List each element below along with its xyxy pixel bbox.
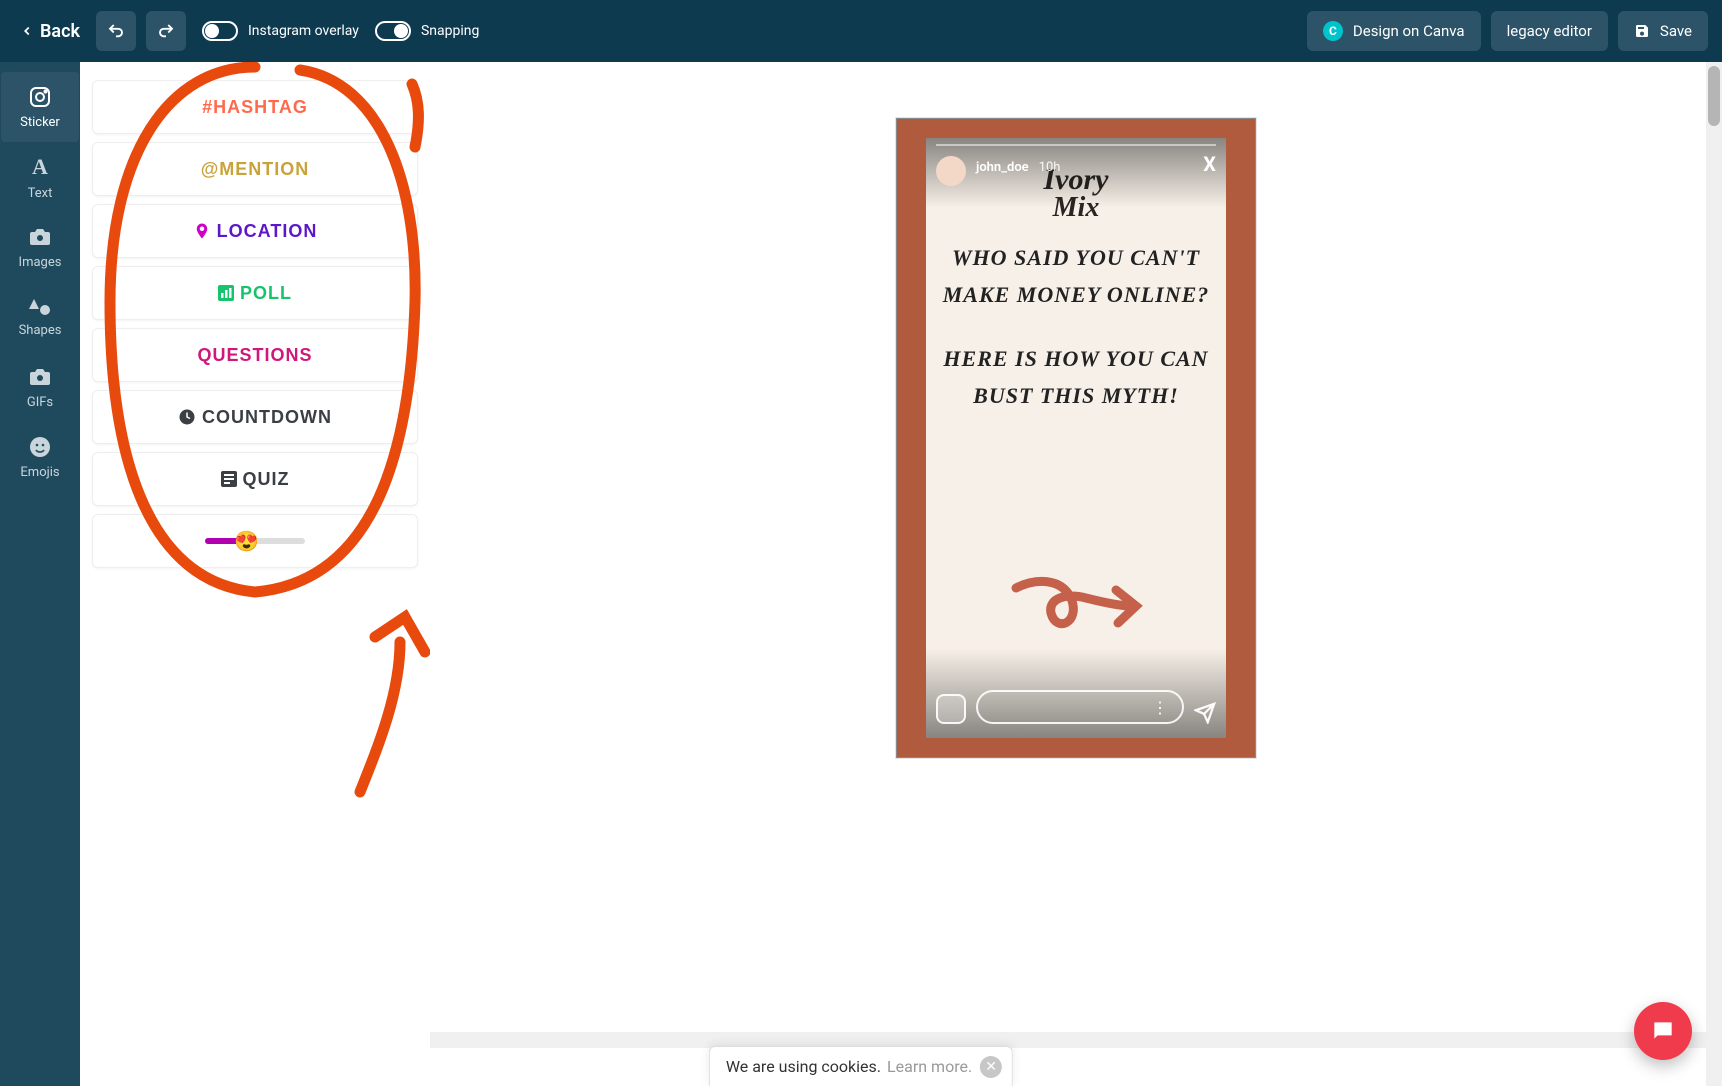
canva-logo-icon: C — [1323, 21, 1343, 41]
emoji-icon — [28, 435, 52, 459]
sticker-poll[interactable]: POLL — [92, 266, 418, 320]
back-button[interactable]: Back — [14, 15, 86, 48]
message-input-mock: ⋮ — [976, 690, 1184, 724]
text-icon: A — [32, 154, 48, 180]
story-text-2: Here is how you can bust this myth! — [926, 314, 1226, 415]
avatar — [936, 156, 966, 186]
snapping-toggle[interactable] — [375, 21, 411, 41]
cookie-banner: We are using cookies. Learn more. ✕ — [709, 1046, 1013, 1086]
instagram-icon — [28, 85, 52, 109]
cookie-learn-more-link[interactable]: Learn more. — [887, 1057, 972, 1076]
chart-icon — [218, 285, 234, 301]
design-on-canva-button[interactable]: C Design on Canva — [1307, 11, 1481, 51]
sticker-label: LOCATION — [217, 221, 318, 242]
redo-icon — [157, 22, 175, 40]
shapes-icon — [28, 297, 52, 317]
rail-label: Emojis — [20, 465, 59, 480]
cookie-text: We are using cookies. — [726, 1057, 881, 1076]
more-icon: ⋮ — [1152, 698, 1170, 717]
story-text-1: Who said you can't make money online? — [926, 221, 1226, 314]
camera-box-icon — [936, 694, 966, 724]
cookie-close-button[interactable]: ✕ — [980, 1056, 1002, 1078]
vertical-scrollbar[interactable] — [1706, 62, 1722, 1086]
rail-text[interactable]: A Text — [1, 142, 79, 212]
heart-eyes-emoji-icon: 😍 — [234, 529, 260, 553]
story-time: 10h — [1039, 160, 1061, 175]
chat-fab[interactable] — [1634, 1002, 1692, 1060]
list-icon — [221, 471, 237, 487]
tool-rail: Sticker A Text Images Shapes GIFs Emojis — [0, 62, 80, 1086]
sticker-label: @MENTION — [201, 159, 310, 180]
save-icon — [1634, 23, 1650, 39]
sticker-label: POLL — [240, 283, 292, 304]
back-label: Back — [40, 21, 80, 42]
horizontal-scrollbar[interactable] — [430, 1032, 1706, 1048]
canvas-area[interactable]: Ivory Mix Who said you can't make money … — [430, 62, 1722, 1086]
story-content: Ivory Mix Who said you can't make money … — [926, 138, 1226, 738]
rail-emojis[interactable]: Emojis — [1, 422, 79, 492]
rail-label: Sticker — [20, 115, 60, 130]
sticker-label: COUNTDOWN — [202, 407, 332, 428]
scroll-thumb[interactable] — [1708, 66, 1720, 126]
rail-gifs[interactable]: GIFs — [1, 352, 79, 422]
instagram-overlay-label: Instagram overlay — [248, 23, 359, 39]
instagram-overlay-toggle[interactable] — [202, 21, 238, 41]
camera-icon — [28, 365, 52, 389]
legacy-editor-button[interactable]: legacy editor — [1491, 11, 1608, 51]
sticker-hashtag[interactable]: #HASHTAG — [92, 80, 418, 134]
story-overlay-top: john_doe 10h X — [926, 138, 1226, 208]
sticker-label: #HASHTAG — [202, 97, 308, 118]
story-username: john_doe — [976, 160, 1029, 175]
legacy-editor-label: legacy editor — [1507, 22, 1592, 40]
sticker-panel: #HASHTAG @MENTION LOCATION POLL QUESTION… — [80, 62, 430, 1086]
design-on-canva-label: Design on Canva — [1353, 22, 1465, 40]
sticker-countdown[interactable]: COUNTDOWN — [92, 390, 418, 444]
story-progress-bar — [936, 144, 1216, 146]
undo-button[interactable] — [96, 11, 136, 51]
sticker-questions[interactable]: QUESTIONS — [92, 328, 418, 382]
save-button[interactable]: Save — [1618, 11, 1708, 51]
sticker-quiz[interactable]: QUIZ — [92, 452, 418, 506]
rail-label: Images — [19, 255, 62, 270]
close-icon: X — [1203, 152, 1216, 176]
chevron-left-icon — [20, 24, 34, 38]
snapping-label: Snapping — [421, 23, 479, 39]
rail-sticker[interactable]: Sticker — [1, 72, 79, 142]
story-overlay-bottom: ⋮ — [926, 648, 1226, 738]
sticker-mention[interactable]: @MENTION — [92, 142, 418, 196]
hand-arrow-icon — [1006, 568, 1146, 648]
rail-shapes[interactable]: Shapes — [1, 282, 79, 352]
sticker-label: QUIZ — [243, 469, 290, 490]
pin-icon — [193, 221, 211, 241]
camera-icon — [28, 225, 52, 249]
sticker-label: QUESTIONS — [197, 345, 312, 366]
redo-button[interactable] — [146, 11, 186, 51]
save-label: Save — [1660, 22, 1692, 40]
rail-label: Shapes — [19, 323, 62, 338]
sticker-emoji-slider[interactable]: 😍 — [92, 514, 418, 568]
rail-images[interactable]: Images — [1, 212, 79, 282]
story-frame[interactable]: Ivory Mix Who said you can't make money … — [896, 118, 1256, 758]
rail-label: GIFs — [27, 395, 53, 410]
chat-icon — [1650, 1018, 1676, 1044]
send-icon — [1194, 702, 1216, 724]
undo-icon — [107, 22, 125, 40]
sticker-location[interactable]: LOCATION — [92, 204, 418, 258]
rail-label: Text — [28, 186, 53, 201]
clock-icon — [178, 408, 196, 426]
